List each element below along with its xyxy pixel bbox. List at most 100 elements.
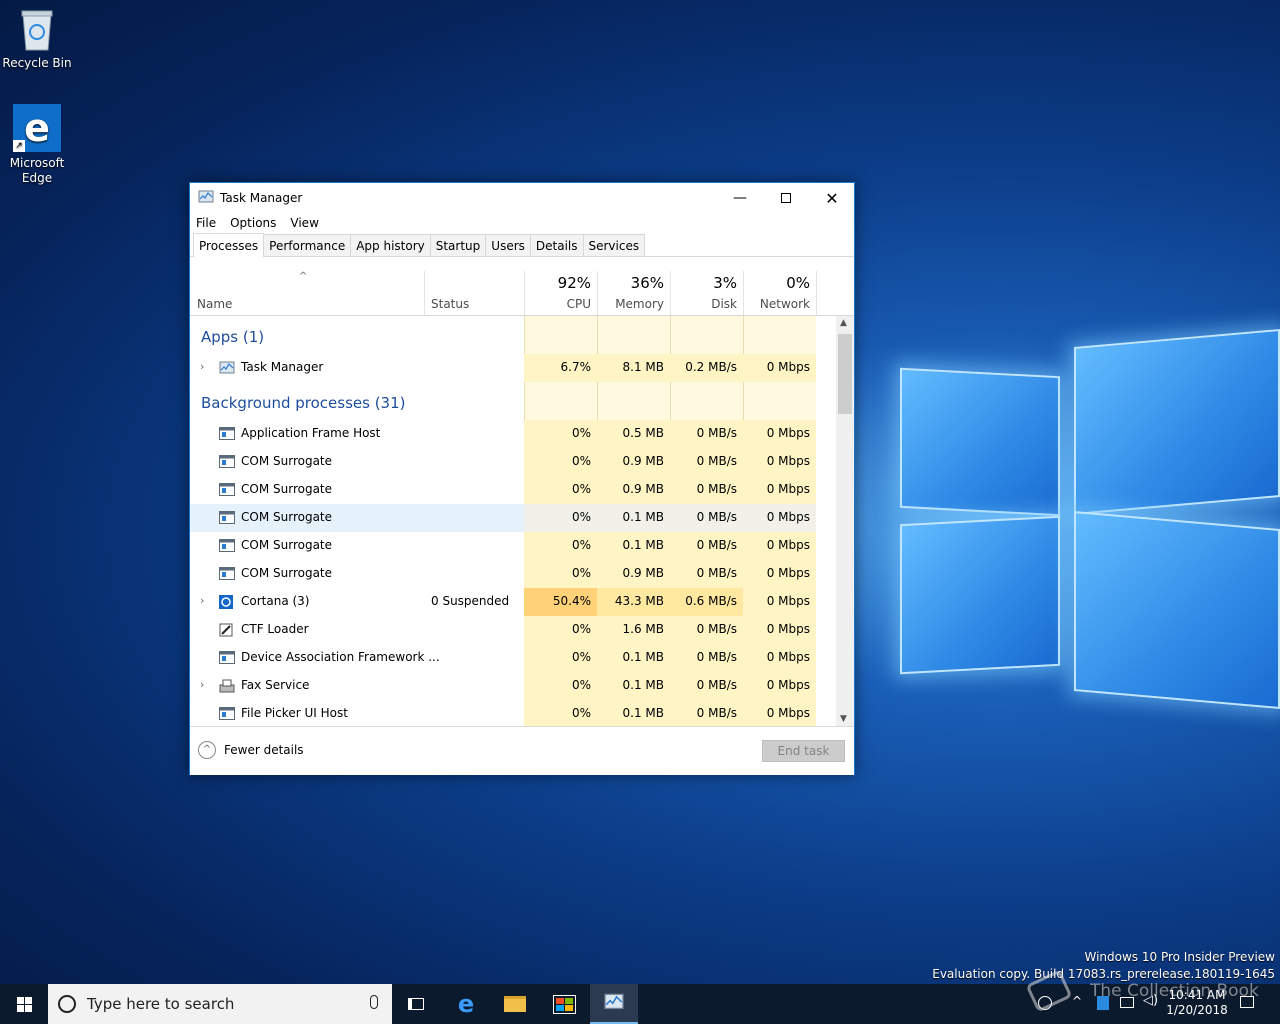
scroll-down-icon[interactable]: ▼: [840, 714, 847, 724]
table-row[interactable]: Device Association Framework ... 0% 0.1 MB…: [190, 644, 816, 672]
memory-cell: 0.1 MB: [597, 644, 670, 672]
table-row[interactable]: Application Frame Host 0% 0.5 MB 0 MB/s 0 Mb…: [190, 420, 816, 448]
table-row[interactable]: File Picker UI Host 0% 0.1 MB 0 MB/s 0 Mbps: [190, 700, 816, 726]
column-network[interactable]: 0% Network: [743, 271, 816, 315]
close-button[interactable]: ✕: [809, 183, 855, 213]
memory-cell: 0.9 MB: [597, 476, 670, 504]
cpu-cell: 0%: [524, 504, 597, 532]
window-app-icon: [219, 567, 235, 581]
window-app-icon: [219, 539, 235, 553]
table-row[interactable]: COM Surrogate 0% 0.1 MB 0 MB/s 0 Mbps: [190, 504, 816, 532]
tab-details[interactable]: Details: [529, 234, 584, 256]
cpu-label: CPU: [566, 297, 591, 311]
group-background-processes[interactable]: Background processes (31): [201, 394, 406, 412]
expand-chevron-icon[interactable]: ›: [200, 594, 204, 607]
tab-app-history[interactable]: App history: [350, 234, 431, 256]
taskbar-task-manager-button[interactable]: [590, 984, 638, 1024]
start-button[interactable]: [0, 984, 48, 1024]
process-name: File Picker UI Host: [241, 706, 348, 720]
taskbar-store-button[interactable]: [540, 984, 588, 1024]
search-box[interactable]: Type here to search: [48, 984, 392, 1024]
cpu-cell: 0%: [524, 560, 597, 588]
memory-cell: 1.6 MB: [597, 616, 670, 644]
network-total: 0%: [786, 274, 810, 292]
wallpaper-logo-pane: [1074, 328, 1280, 516]
tab-services[interactable]: Services: [582, 234, 646, 256]
task-manager-window[interactable]: Task Manager — ✕ File Options View Proce…: [189, 182, 855, 775]
table-row[interactable]: COM Surrogate 0% 0.1 MB 0 MB/s 0 Mbps: [190, 532, 816, 560]
process-name: COM Surrogate: [241, 510, 333, 524]
desktop-icon-recycle-bin[interactable]: Recycle Bin: [1, 8, 73, 71]
tab-users[interactable]: Users: [485, 234, 531, 256]
column-name[interactable]: ^ Name: [190, 271, 424, 315]
task-manager-icon: [603, 993, 625, 1014]
column-disk[interactable]: 3% Disk: [670, 271, 743, 315]
windows-logo-icon: [16, 996, 32, 1012]
chevron-up-circle-icon: ^: [198, 741, 216, 759]
memory-label: Memory: [615, 297, 664, 311]
group-apps[interactable]: Apps (1): [201, 328, 264, 346]
scroll-up-icon[interactable]: ▲: [840, 318, 847, 328]
table-row[interactable]: COM Surrogate 0% 0.9 MB 0 MB/s 0 Mbps: [190, 448, 816, 476]
menu-options[interactable]: Options: [230, 216, 276, 230]
fewer-details-label: Fewer details: [224, 743, 304, 757]
sort-up-icon: ^: [299, 271, 308, 282]
end-task-button[interactable]: End task: [762, 740, 845, 762]
network-cell: 0 Mbps: [743, 354, 816, 382]
scrollbar-thumb[interactable]: [838, 334, 852, 414]
table-row[interactable]: › Fax Service 0% 0.1 MB 0 MB/s 0 Mbps: [190, 672, 816, 700]
table-row[interactable]: COM Surrogate 0% 0.9 MB 0 MB/s 0 Mbps: [190, 476, 816, 504]
desktop-icon-edge[interactable]: e ↗ Microsoft Edge: [1, 104, 73, 186]
maximize-button[interactable]: [763, 183, 809, 213]
process-name: Application Frame Host: [241, 426, 381, 440]
table-row[interactable]: CTF Loader 0% 1.6 MB 0 MB/s 0 Mbps: [190, 616, 816, 644]
menu-bar: File Options View: [190, 213, 854, 233]
process-status: 0 Suspended: [431, 594, 510, 608]
table-row[interactable]: COM Surrogate 0% 0.9 MB 0 MB/s 0 Mbps: [190, 560, 816, 588]
cpu-cell: 0%: [524, 616, 597, 644]
ctf-loader-icon: [219, 623, 235, 637]
menu-view[interactable]: View: [290, 216, 318, 230]
network-cell: 0 Mbps: [743, 700, 816, 726]
minimize-button[interactable]: —: [717, 183, 763, 213]
column-name-label: Name: [197, 297, 233, 311]
disk-cell: 0 MB/s: [670, 420, 743, 448]
watermark-line1: Windows 10 Pro Insider Preview: [1084, 950, 1275, 964]
memory-cell: 0.9 MB: [597, 448, 670, 476]
window-app-icon: [219, 427, 235, 441]
task-view-button[interactable]: [392, 984, 440, 1024]
memory-cell: 0.1 MB: [597, 504, 670, 532]
disk-cell: 0 MB/s: [670, 560, 743, 588]
expand-chevron-icon[interactable]: ›: [200, 360, 204, 373]
table-row[interactable]: › Task Manager 6.7% 8.1 MB 0.2 MB/s 0 Mb…: [190, 354, 816, 382]
microphone-icon[interactable]: [370, 995, 378, 1009]
cpu-cell: 0%: [524, 448, 597, 476]
vertical-scrollbar[interactable]: ▲ ▼: [836, 316, 854, 726]
window-app-icon: [219, 483, 235, 497]
column-cpu[interactable]: 92% CPU: [524, 271, 597, 315]
column-status[interactable]: Status: [425, 271, 524, 315]
collection-book-watermark: The Collection Book: [1025, 969, 1259, 1013]
expand-chevron-icon[interactable]: ›: [200, 678, 204, 691]
taskbar-file-explorer-button[interactable]: [491, 984, 539, 1024]
network-cell: 0 Mbps: [743, 476, 816, 504]
tab-processes[interactable]: Processes: [193, 233, 265, 257]
process-name: COM Surrogate: [241, 566, 333, 580]
network-cell: 0 Mbps: [743, 420, 816, 448]
fewer-details-button[interactable]: ^ Fewer details: [198, 741, 304, 759]
wallpaper-logo-pane: [900, 515, 1060, 675]
tab-startup[interactable]: Startup: [429, 234, 487, 256]
cpu-cell: 6.7%: [524, 354, 597, 382]
memory-cell: 0.1 MB: [597, 672, 670, 700]
title-bar[interactable]: Task Manager — ✕: [190, 183, 854, 213]
taskbar-edge-button[interactable]: e: [442, 984, 490, 1024]
memory-cell: 0.1 MB: [597, 532, 670, 560]
column-memory[interactable]: 36% Memory: [597, 271, 670, 315]
shortcut-arrow-icon: ↗: [13, 140, 25, 152]
tab-performance[interactable]: Performance: [263, 234, 352, 256]
table-row[interactable]: › Cortana (3) 0 Suspended 50.4% 43.3 MB 0.6 M…: [190, 588, 816, 616]
edge-icon: e ↗: [13, 104, 61, 152]
menu-file[interactable]: File: [196, 216, 216, 230]
cpu-cell: 0%: [524, 700, 597, 726]
cpu-cell: 0%: [524, 672, 597, 700]
